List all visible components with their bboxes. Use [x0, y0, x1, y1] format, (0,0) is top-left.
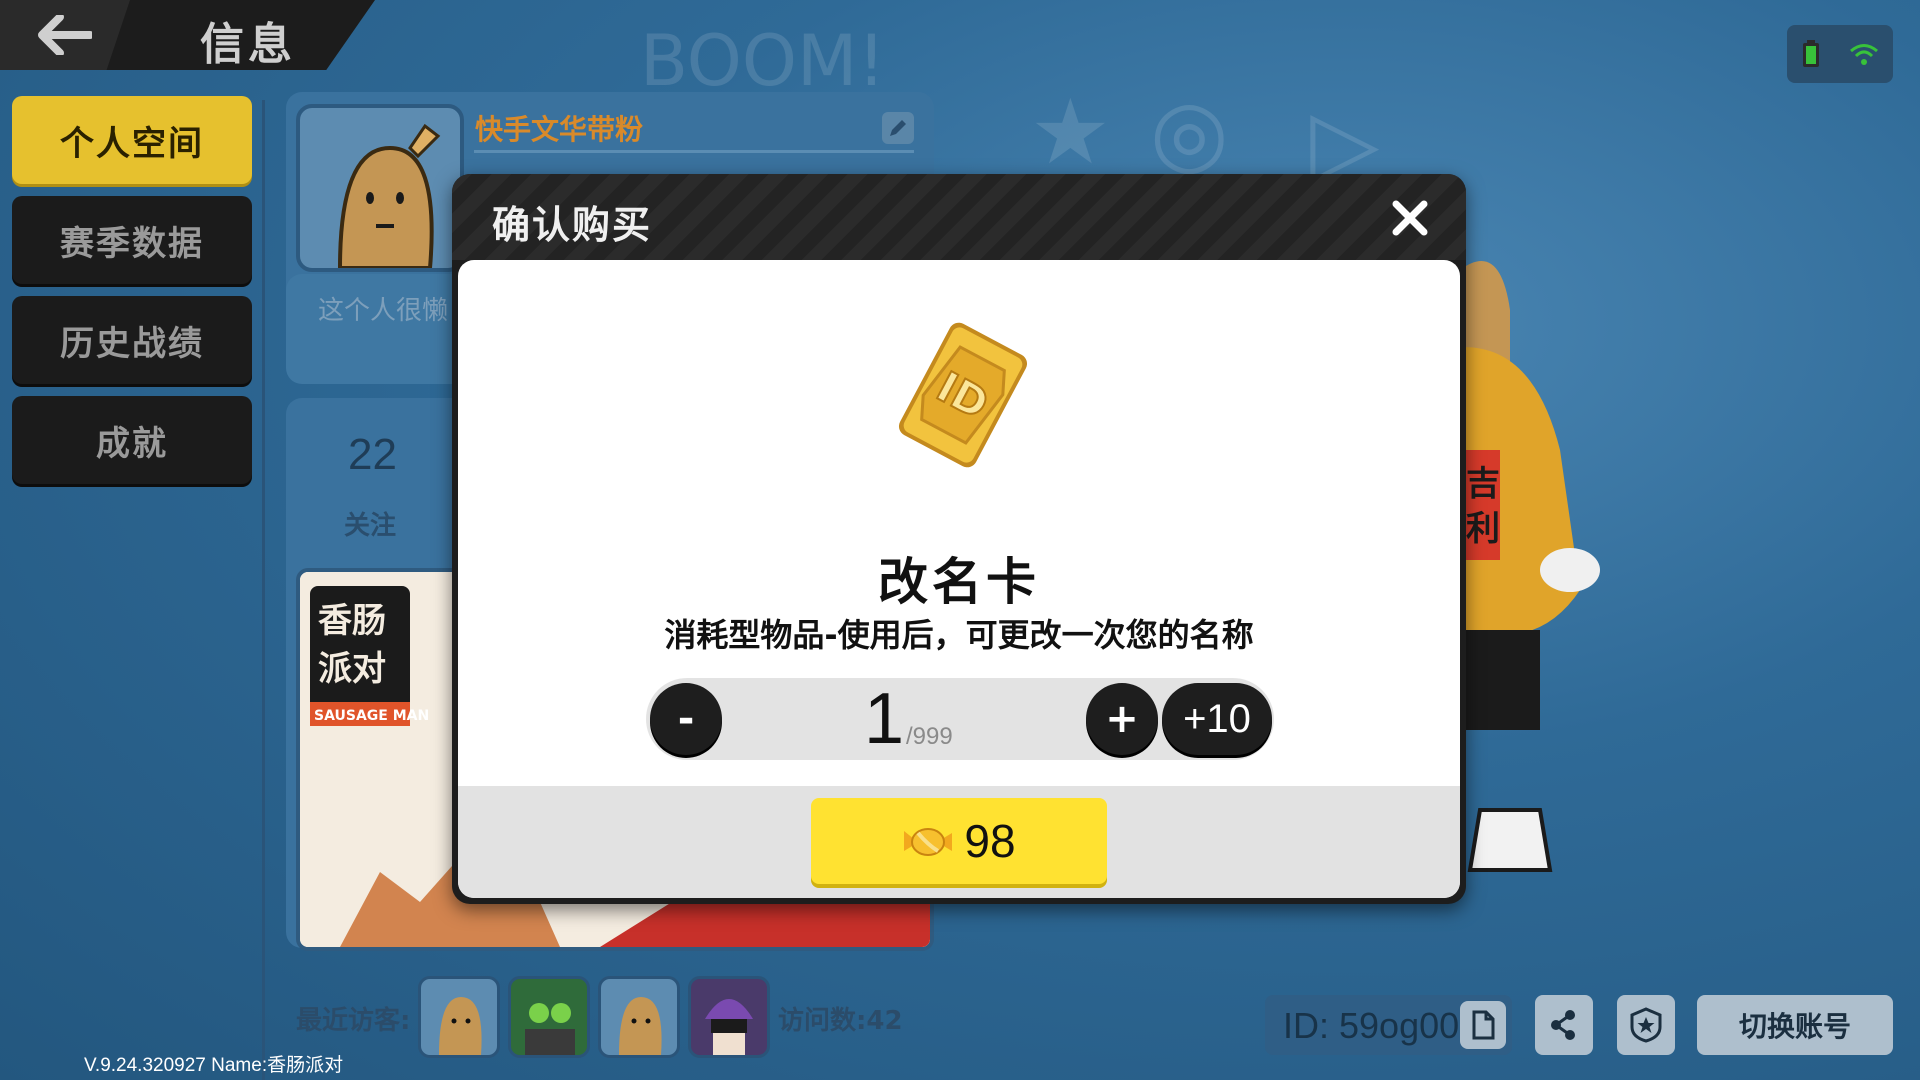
visitor-avatar[interactable] — [418, 976, 500, 1058]
candy-currency-icon — [904, 828, 953, 856]
share-button[interactable] — [1535, 995, 1593, 1055]
svg-text:吉: 吉 — [1466, 464, 1500, 504]
character-model: 吉 利 — [1440, 261, 1600, 872]
visitor-avatar[interactable] — [508, 976, 590, 1058]
follow-count: 22 — [348, 430, 397, 479]
wifi-icon — [1849, 44, 1878, 65]
visitor-avatar[interactable] — [688, 976, 770, 1058]
quantity-max: /999 — [906, 723, 953, 750]
svg-text:香肠: 香肠 — [318, 601, 386, 641]
dialog-body: ID 改名卡 消耗型物品-使用后，可更改一次您的名称 - 1 /999 + +1… — [458, 260, 1460, 898]
dialog-footer: 98 — [458, 786, 1460, 898]
price-value: 98 — [964, 815, 1016, 867]
copy-id-button[interactable] — [1460, 1001, 1506, 1049]
goggles-avatar-icon — [525, 1003, 575, 1055]
battery-icon — [1802, 40, 1819, 67]
close-button[interactable] — [1386, 194, 1434, 242]
svg-text:派对: 派对 — [318, 649, 386, 689]
dialog-title: 确认购买 — [492, 203, 653, 247]
top-header: 信息 — [0, 0, 375, 70]
profile-bio: 这个人很懒 — [318, 296, 449, 326]
nav-item-match-history[interactable]: 历史战绩 — [12, 296, 252, 384]
sausage-avatar-icon — [337, 123, 441, 268]
badge-button[interactable] — [1617, 995, 1675, 1055]
player-id-box: ID: 59og00 — [1265, 995, 1512, 1055]
masked-avatar-icon — [705, 999, 753, 1055]
recent-visitors-label: 最近访客: — [296, 1006, 411, 1036]
follow-label[interactable]: 关注 — [344, 505, 396, 542]
bg-circle-decor: ◎ — [1150, 80, 1229, 185]
switch-account-button[interactable]: 切换账号 — [1697, 995, 1893, 1055]
profile-avatar[interactable] — [296, 104, 464, 272]
bg-star-decor: ★ — [1030, 80, 1111, 185]
banner-logo-text: SAUSAGE MAN — [314, 708, 429, 724]
nav-item-personal-space[interactable]: 个人空间 — [12, 96, 252, 184]
page-title: 信息 — [200, 19, 296, 70]
badge-icon — [1630, 1007, 1662, 1043]
item-name: 改名卡 — [878, 553, 1040, 611]
profile-username: 快手文华带粉 — [475, 113, 644, 146]
decrease-quantity-button[interactable]: - — [650, 683, 722, 755]
increase-quantity-button[interactable]: + — [1086, 683, 1158, 755]
quantity-stepper: - 1 /999 + +10 — [646, 678, 1274, 760]
nav-item-season-data[interactable]: 赛季数据 — [12, 196, 252, 284]
visit-count: 访问数:42 — [778, 1006, 903, 1036]
nav-item-achievements[interactable]: 成就 — [12, 396, 252, 484]
side-nav: 个人空间 赛季数据 历史战绩 成就 — [12, 96, 252, 496]
back-button[interactable] — [0, 0, 130, 70]
version-text: V.9.24.320927 Name:香肠派对 — [84, 1055, 344, 1076]
svg-text:利: 利 — [1466, 509, 1500, 549]
sausage-avatar-icon — [439, 997, 482, 1055]
dialog-header: 确认购买 — [452, 174, 1466, 260]
bg-decor: BOOM! — [640, 20, 886, 102]
rename-card-icon: ID — [898, 322, 1028, 468]
username-underline — [474, 150, 914, 153]
device-status — [1787, 25, 1893, 83]
increase-10-button[interactable]: +10 — [1162, 683, 1272, 755]
copy-icon — [1472, 1010, 1495, 1040]
edit-icon[interactable] — [880, 110, 916, 146]
nav-divider — [262, 100, 265, 1080]
quantity-value: 1 — [864, 679, 905, 759]
confirm-purchase-dialog: 确认购买 ID 改名卡 消耗型物品-使用后，可更改一次您的名称 - 1 /999… — [452, 174, 1466, 904]
back-arrow-icon — [38, 15, 92, 55]
sausage-avatar-icon — [619, 997, 662, 1055]
buy-button[interactable]: 98 — [811, 798, 1107, 884]
close-icon — [1392, 200, 1428, 236]
item-description: 消耗型物品-使用后，可更改一次您的名称 — [664, 616, 1254, 654]
player-id: ID: 59og00 — [1283, 1005, 1460, 1046]
visitor-avatar[interactable] — [598, 976, 680, 1058]
share-icon — [1551, 1010, 1575, 1040]
